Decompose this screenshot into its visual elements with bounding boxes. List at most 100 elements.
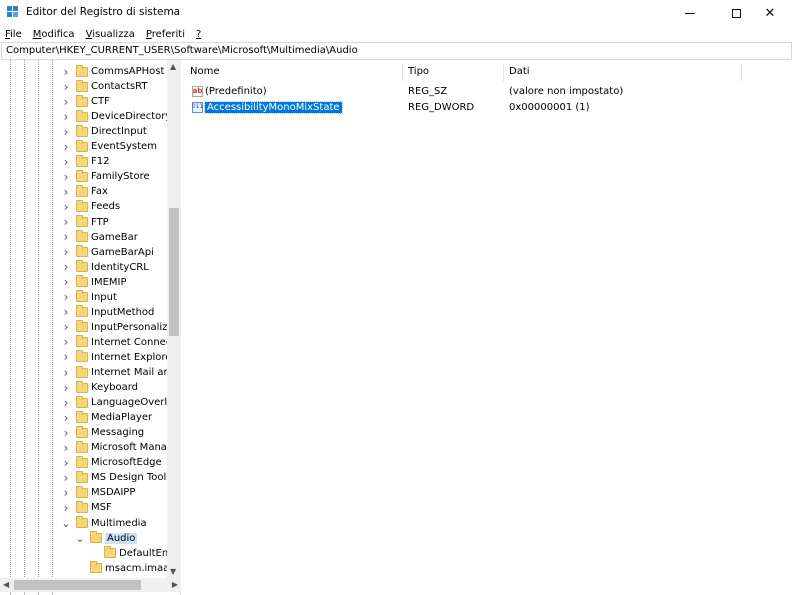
tree-item-msdaipp[interactable]: › MSDAIPP	[61, 485, 135, 500]
chevron-right-icon[interactable]: ›	[61, 65, 71, 79]
scrollbar-thumb[interactable]	[169, 208, 179, 336]
chevron-right-icon[interactable]: ›	[61, 185, 71, 199]
chevron-right-icon[interactable]: ›	[61, 140, 71, 154]
tree-item-microsoftedge[interactable]: › MicrosoftEdge	[61, 455, 162, 470]
chevron-right-icon[interactable]: ›	[61, 411, 71, 425]
tree-item-messaging[interactable]: › Messaging	[61, 425, 144, 440]
tree-item-defaultend[interactable]: DefaultEnd	[89, 546, 175, 561]
tree-item-commsaphost[interactable]: › CommsAPHost	[61, 64, 164, 79]
values-list[interactable]: Nome Tipo Dati ab (Predefinito) REG_SZ (…	[185, 60, 793, 595]
chevron-right-icon[interactable]: ›	[61, 471, 71, 485]
chevron-right-icon[interactable]: ›	[61, 290, 71, 304]
tree-guide-line	[38, 60, 39, 595]
tree-item-inputmethod[interactable]: › InputMethod	[61, 305, 154, 320]
chevron-right-icon[interactable]: ›	[61, 320, 71, 334]
menu-file[interactable]: File	[5, 29, 22, 40]
minimize-button[interactable]	[667, 0, 713, 26]
close-button[interactable]: ✕	[747, 0, 793, 26]
tree-item-ftp[interactable]: › FTP	[61, 215, 109, 230]
folder-icon	[76, 79, 88, 92]
folder-icon	[76, 139, 88, 152]
chevron-right-icon[interactable]: ›	[61, 215, 71, 229]
tree-item-msf[interactable]: › MSF	[61, 500, 112, 515]
tree-item-fax[interactable]: › Fax	[61, 184, 108, 199]
tree-item-gamebar[interactable]: › GameBar	[61, 230, 138, 245]
chevron-right-icon[interactable]: ›	[61, 125, 71, 139]
scrollbar-thumb[interactable]	[14, 580, 141, 590]
tree-item-ms-design-tools[interactable]: › MS Design Tools	[61, 470, 172, 485]
chevron-right-icon[interactable]: ›	[61, 456, 71, 470]
tree-item-microsoft-manag[interactable]: › Microsoft Manag	[61, 440, 173, 455]
value-row[interactable]: ab (Predefinito) REG_SZ (valore non impo…	[185, 83, 742, 99]
tree-item-eventsystem[interactable]: › EventSystem	[61, 139, 157, 154]
chevron-right-icon[interactable]: ›	[61, 335, 71, 349]
tree-item-internet-explorer[interactable]: › Internet Explorer	[61, 350, 176, 365]
chevron-right-icon[interactable]: ›	[61, 80, 71, 94]
chevron-right-icon[interactable]: ›	[61, 486, 71, 500]
tree-item-multimedia[interactable]: ⌄ Multimedia	[61, 516, 147, 531]
tree-item-keyboard[interactable]: › Keyboard	[61, 380, 138, 395]
scroll-up-icon[interactable]: ▲	[170, 62, 176, 71]
tree-item-input[interactable]: › Input	[61, 290, 117, 305]
tree-item-imemip[interactable]: › IMEMIP	[61, 275, 127, 290]
tree-item-contactsrt[interactable]: › ContactsRT	[61, 79, 147, 94]
chevron-right-icon[interactable]: ›	[61, 381, 71, 395]
chevron-right-icon[interactable]: ›	[61, 260, 71, 274]
chevron-down-icon[interactable]: ⌄	[75, 532, 85, 545]
chevron-right-icon[interactable]: ›	[61, 305, 71, 319]
chevron-right-icon[interactable]: ›	[61, 501, 71, 515]
tree-item-directinput[interactable]: › DirectInput	[61, 124, 147, 139]
tree-item-label: MediaPlayer	[91, 412, 153, 424]
chevron-right-icon[interactable]: ›	[61, 155, 71, 169]
tree-item-devicedirectory[interactable]: › DeviceDirectory	[61, 109, 171, 124]
chevron-right-icon[interactable]: ›	[61, 200, 71, 214]
chevron-right-icon[interactable]: ›	[61, 350, 71, 364]
chevron-right-icon[interactable]: ›	[61, 396, 71, 410]
scroll-right-icon[interactable]: ▶	[172, 580, 178, 589]
column-header-type[interactable]: Tipo	[403, 64, 504, 82]
tree-item-msacm-imaad[interactable]: msacm.imaad	[75, 561, 176, 576]
window-title: Editor del Registro di sistema	[26, 6, 181, 18]
tree-item-internet-mail-and[interactable]: › Internet Mail and	[61, 365, 176, 380]
minimize-icon	[685, 12, 695, 14]
tree-item-inputpersonalizat[interactable]: › InputPersonalizat	[61, 320, 177, 335]
menu-modifica[interactable]: Modifica	[33, 29, 75, 40]
chevron-right-icon[interactable]: ›	[61, 95, 71, 109]
tree-item-f12[interactable]: › F12	[61, 154, 109, 169]
value-row-selected[interactable]: 011 AccessibilityMonoMixState REG_DWORD …	[185, 99, 742, 115]
scroll-left-icon[interactable]: ◀	[3, 580, 9, 589]
chevron-right-icon[interactable]: ›	[61, 170, 71, 184]
chevron-right-icon[interactable]: ›	[61, 441, 71, 455]
chevron-right-icon[interactable]: ›	[61, 245, 71, 259]
tree-item-internet-connecti[interactable]: › Internet Connecti	[61, 335, 178, 350]
scroll-down-icon[interactable]: ▼	[170, 567, 176, 576]
chevron-right-icon[interactable]: ›	[61, 275, 71, 289]
tree-item-familystore[interactable]: › FamilyStore	[61, 169, 150, 184]
address-bar[interactable]: Computer\HKEY_CURRENT_USER\Software\Micr…	[1, 42, 792, 60]
tree-item-ctf[interactable]: › CTF	[61, 94, 110, 109]
tree-item-feeds[interactable]: › Feeds	[61, 199, 120, 214]
tree-item-gamebarapi[interactable]: › GameBarApi	[61, 245, 154, 260]
tree-item-identitycrl[interactable]: › IdentityCRL	[61, 260, 149, 275]
chevron-right-icon[interactable]: ›	[61, 366, 71, 380]
tree-item-mediaplayer[interactable]: › MediaPlayer	[61, 410, 152, 425]
tree-horizontal-scrollbar[interactable]: ◀ ▶	[0, 578, 181, 592]
folder-icon	[76, 440, 88, 453]
chevron-right-icon[interactable]: ›	[61, 230, 71, 244]
column-header-name[interactable]: Nome	[185, 64, 403, 82]
menu-help[interactable]: ?	[196, 29, 201, 40]
registry-tree[interactable]: › CommsAPHost › ContactsRT › CTF › DeviceDirect…	[0, 60, 181, 595]
tree-vertical-scrollbar[interactable]: ▲ ▼	[167, 60, 181, 578]
tree-item-label: Internet Connecti	[91, 336, 179, 348]
chevron-right-icon[interactable]: ›	[61, 426, 71, 440]
folder-icon	[76, 260, 88, 273]
folder-icon	[76, 124, 88, 137]
menu-visualizza[interactable]: Visualizza	[86, 29, 135, 40]
chevron-right-icon[interactable]: ›	[61, 110, 71, 124]
column-header-data[interactable]: Dati	[504, 64, 742, 82]
tree-item-audio[interactable]: ⌄ Audio	[75, 531, 138, 546]
chevron-down-icon[interactable]: ⌄	[61, 517, 71, 530]
menu-preferiti[interactable]: Preferiti	[146, 29, 185, 40]
tree-item-languageoverlay[interactable]: › LanguageOverlay	[61, 395, 179, 410]
